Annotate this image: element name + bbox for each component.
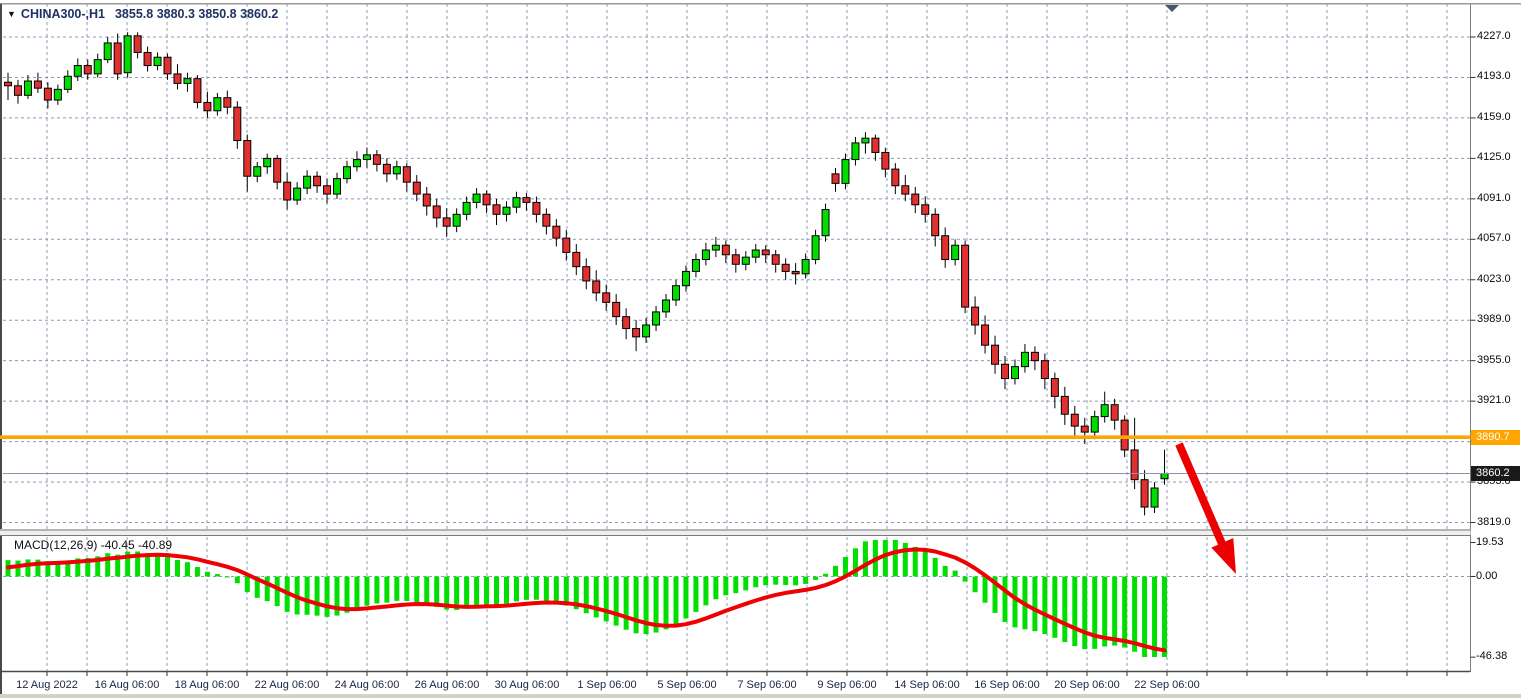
macd-tick-label: 19.53 bbox=[1476, 536, 1504, 548]
bid-price-label: 3860.2 bbox=[1471, 466, 1520, 481]
price-tick-label: 4193.0 bbox=[1477, 70, 1511, 82]
price-tick-label: 4057.0 bbox=[1477, 232, 1511, 244]
chart-canvas[interactable] bbox=[0, 0, 1521, 698]
time-axis-label: 24 Aug 06:00 bbox=[323, 679, 411, 691]
ohlc-values: 3855.8 3880.3 3850.8 3860.2 bbox=[115, 7, 278, 21]
time-axis-label: 14 Sep 06:00 bbox=[883, 679, 971, 691]
macd-tick-label: -46.38 bbox=[1476, 650, 1507, 662]
symbol-period-label: CHINA300-,H1 bbox=[21, 7, 105, 21]
time-axis-label: 18 Aug 06:00 bbox=[163, 679, 251, 691]
time-axis-label: 16 Aug 06:00 bbox=[83, 679, 171, 691]
price-tick-label: 4227.0 bbox=[1477, 30, 1511, 42]
time-axis-label: 20 Sep 06:00 bbox=[1043, 679, 1131, 691]
macd-indicator-label: MACD(12,26,9) -40.45 -40.89 bbox=[14, 538, 172, 552]
time-axis-label: 12 Aug 2022 bbox=[3, 679, 91, 691]
time-axis-label: 30 Aug 06:00 bbox=[483, 679, 571, 691]
price-tick-label: 3819.0 bbox=[1477, 516, 1511, 528]
time-axis-label: 22 Sep 06:00 bbox=[1123, 679, 1211, 691]
price-tick-label: 3989.0 bbox=[1477, 313, 1511, 325]
time-axis-label: 7 Sep 06:00 bbox=[723, 679, 811, 691]
price-tick-label: 4159.0 bbox=[1477, 111, 1511, 123]
time-axis-label: 5 Sep 06:00 bbox=[643, 679, 731, 691]
time-axis-label: 1 Sep 06:00 bbox=[563, 679, 651, 691]
time-axis-label: 16 Sep 06:00 bbox=[963, 679, 1051, 691]
price-tick-label: 3955.0 bbox=[1477, 354, 1511, 366]
time-axis-label: 26 Aug 06:00 bbox=[403, 679, 491, 691]
price-tick-label: 4125.0 bbox=[1477, 151, 1511, 163]
window-bottom-edge bbox=[0, 694, 1521, 698]
chart-title: ▼ CHINA300-,H1 3855.8 3880.3 3850.8 3860.2 bbox=[7, 7, 278, 21]
time-axis-label: 9 Sep 06:00 bbox=[803, 679, 891, 691]
chart-window[interactable]: ▼ CHINA300-,H1 3855.8 3880.3 3850.8 3860.2… bbox=[0, 0, 1521, 698]
price-tick-label: 3921.0 bbox=[1477, 394, 1511, 406]
price-tick-label: 4023.0 bbox=[1477, 273, 1511, 285]
time-axis-label: 22 Aug 06:00 bbox=[243, 679, 331, 691]
macd-tick-label: 0.00 bbox=[1476, 570, 1497, 582]
orange-level-price-label: 3890.7 bbox=[1471, 430, 1520, 445]
symbol-dropdown-icon[interactable]: ▼ bbox=[7, 9, 16, 19]
price-tick-label: 4091.0 bbox=[1477, 192, 1511, 204]
